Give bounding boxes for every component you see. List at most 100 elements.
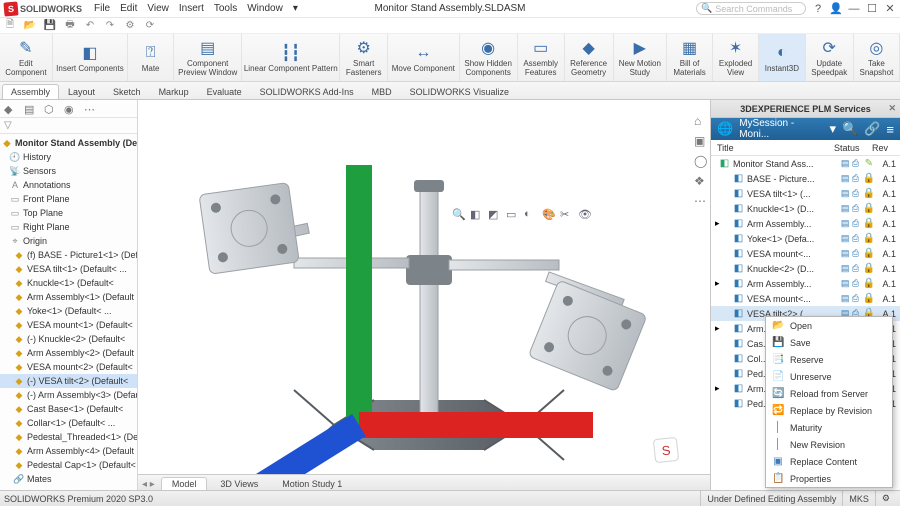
taskpane-close-icon[interactable]: ✕ — [888, 103, 896, 114]
session-name[interactable]: MySession - Moni... — [739, 118, 817, 140]
qat-save-icon[interactable]: 💾 — [44, 20, 56, 32]
maximize-icon[interactable]: ☐ — [866, 3, 878, 15]
tree-tab-display-icon[interactable]: ◉ — [64, 103, 76, 115]
tree-item[interactable]: ◆(-) VESA tilt<2> (Default< — [0, 374, 137, 388]
cm-tab-solidworks-add-ins[interactable]: SOLIDWORKS Add-Ins — [251, 84, 363, 99]
search-commands-input[interactable]: 🔍 Search Commands — [696, 2, 806, 15]
ribbon-show-hidden-components[interactable]: ◉Show Hidden Components — [460, 34, 518, 81]
menu-window[interactable]: Window — [247, 3, 283, 14]
menu-tools[interactable]: Tools — [214, 3, 237, 14]
ctx-reserve[interactable]: 📑Reserve — [766, 351, 892, 368]
plm-row[interactable]: ◧VESA tilt<1> (...▤ ⎙🔒A.1 — [711, 186, 900, 201]
tree-item[interactable]: ▭Right Plane — [0, 220, 137, 234]
ribbon-new-motion-study[interactable]: ▶New Motion Study — [614, 34, 668, 81]
cm-tab-mbd[interactable]: MBD — [363, 84, 401, 99]
minimize-icon[interactable]: — — [848, 3, 860, 15]
tree-item[interactable]: ◆VESA tilt<1> (Default< ... — [0, 262, 137, 276]
cm-tab-markup[interactable]: Markup — [150, 84, 198, 99]
ribbon-linear-component-pattern[interactable]: ┇┇Linear Component Pattern — [242, 34, 340, 81]
tree-item[interactable]: ◆Arm Assembly<2> (Default — [0, 346, 137, 360]
session-search-icon[interactable]: 🔍 — [842, 121, 858, 137]
ribbon-instant-d[interactable]: ◐Instant3D — [759, 34, 806, 81]
qat-options-icon[interactable]: ⚙ — [124, 20, 136, 32]
menu-file[interactable]: File — [94, 3, 110, 14]
cm-tab-layout[interactable]: Layout — [59, 84, 104, 99]
col-rev[interactable]: Rev — [872, 143, 894, 153]
cm-tab-assembly[interactable]: Assembly — [2, 84, 59, 99]
menu-insert[interactable]: Insert — [179, 3, 204, 14]
tree-item[interactable]: ▭Front Plane — [0, 192, 137, 206]
plm-row[interactable]: ◧Yoke<1> (Defa...▤ ⎙🔒A.1 — [711, 231, 900, 246]
menu-more-icon[interactable]: ▾ — [293, 3, 298, 14]
cm-tab-sketch[interactable]: Sketch — [104, 84, 150, 99]
session-link-icon[interactable]: 🔗 — [864, 121, 880, 137]
qat-undo-icon[interactable]: ↶ — [84, 20, 96, 32]
tree-item[interactable]: ◆VESA mount<1> (Default< — [0, 318, 137, 332]
tree-item[interactable]: AAnnotations — [0, 178, 137, 192]
tree-item[interactable]: ◆(-) Arm Assembly<3> (Default< <... — [0, 388, 137, 402]
orientation-triad[interactable] — [138, 100, 710, 490]
ctx-replace-by-revision[interactable]: 🔁Replace by Revision — [766, 402, 892, 419]
plm-row[interactable]: ◧BASE - Picture...▤ ⎙🔒A.1 — [711, 171, 900, 186]
tree-item[interactable]: ◆Pedestal Cap<1> (Default< — [0, 458, 137, 472]
ctx-new-revision[interactable]: │New Revision — [766, 436, 892, 453]
tree-item[interactable]: ◆(f) BASE - Picture1<1> (Default< — [0, 248, 137, 262]
qat-open-icon[interactable]: 📂 — [24, 20, 36, 32]
tab-motion-study[interactable]: Motion Study 1 — [271, 477, 353, 490]
qat-new-icon[interactable]: 🗎 — [4, 20, 16, 32]
tree-item[interactable]: ◆Knuckle<1> (Default< — [0, 276, 137, 290]
ribbon-smart-fasteners[interactable]: ⚙Smart Fasteners — [340, 34, 388, 81]
tree-filter-icon[interactable]: ▽ — [4, 120, 12, 131]
qat-redo-icon[interactable]: ↷ — [104, 20, 116, 32]
tree-item[interactable]: ◆Yoke<1> (Default< ... — [0, 304, 137, 318]
ctx-replace-content[interactable]: ▣Replace Content — [766, 453, 892, 470]
tree-item[interactable]: 🔗Mates — [0, 472, 137, 486]
ribbon-exploded-view[interactable]: ✶Exploded View — [713, 34, 759, 81]
tree-tab-more-icon[interactable]: ⋯ — [84, 103, 96, 115]
plm-row[interactable]: ▸◧Arm Assembly...▤ ⎙🔒A.1 — [711, 276, 900, 291]
tree-tab-property-icon[interactable]: ▤ — [24, 103, 36, 115]
status-units[interactable]: MKS — [842, 491, 875, 506]
plm-row[interactable]: ◧Knuckle<2> (D...▤ ⎙🔒A.1 — [711, 261, 900, 276]
ctx-maturity[interactable]: │Maturity — [766, 419, 892, 436]
plm-row[interactable]: ◧VESA mount<...▤ ⎙🔒A.1 — [711, 246, 900, 261]
ctx-open[interactable]: 📂Open — [766, 317, 892, 334]
session-dropdown-icon[interactable]: ▾ — [830, 121, 837, 137]
tab-model[interactable]: Model — [161, 477, 208, 490]
tree-item[interactable]: ◆VESA mount<2> (Default< — [0, 360, 137, 374]
ctx-properties[interactable]: 📋Properties — [766, 470, 892, 487]
tree-tab-feature-icon[interactable]: ◆ — [4, 103, 16, 115]
help-icon[interactable]: ? — [812, 3, 824, 15]
ribbon-edit-component[interactable]: ✎Edit Component — [0, 34, 53, 81]
menu-view[interactable]: View — [147, 3, 169, 14]
tab-3dviews[interactable]: 3D Views — [209, 477, 269, 490]
tree-item[interactable]: ◆Arm Assembly<4> (Default — [0, 444, 137, 458]
qat-rebuild-icon[interactable]: ⟳ — [144, 20, 156, 32]
plm-row[interactable]: ◧VESA mount<...▤ ⎙🔒A.1 — [711, 291, 900, 306]
tree-item[interactable]: ▭Top Plane — [0, 206, 137, 220]
ribbon-assembly-features[interactable]: ▭Assembly Features — [518, 34, 565, 81]
ribbon-take-snapshot[interactable]: ◎Take Snapshot — [854, 34, 900, 81]
tree-item[interactable]: 🕘History — [0, 150, 137, 164]
ctx-reload-from-server[interactable]: 🔄Reload from Server — [766, 385, 892, 402]
tree-item[interactable]: ◆(-) Knuckle<2> (Default< — [0, 332, 137, 346]
bottom-tabs-arrows[interactable]: ◂ ▸ — [138, 479, 159, 490]
tree-item[interactable]: ◆Cast Base<1> (Default< — [0, 402, 137, 416]
ctx-save[interactable]: 💾Save — [766, 334, 892, 351]
ribbon-move-component[interactable]: ↔Move Component — [388, 34, 460, 81]
ribbon-component-preview-window[interactable]: ▤Component Preview Window — [174, 34, 242, 81]
tree-item[interactable]: ⌖Origin — [0, 234, 137, 248]
tree-item[interactable]: ◆Arm Assembly<1> (Default — [0, 290, 137, 304]
cm-tab-solidworks-visualize[interactable]: SOLIDWORKS Visualize — [401, 84, 518, 99]
qat-print-icon[interactable]: 🖶 — [64, 20, 76, 32]
tree-item[interactable]: ◆Pedestal_Threaded<1> (Defaul... — [0, 430, 137, 444]
menu-edit[interactable]: Edit — [120, 3, 137, 14]
col-title[interactable]: Title — [717, 143, 834, 153]
ribbon-mate[interactable]: ⍰Mate — [128, 34, 174, 81]
ribbon-update-speedpak[interactable]: ⟳Update Speedpak — [806, 34, 854, 81]
tree-tab-config-icon[interactable]: ⬡ — [44, 103, 56, 115]
plm-row[interactable]: ▸◧Arm Assembly...▤ ⎙🔒A.1 — [711, 216, 900, 231]
tree-item[interactable]: ◆Collar<1> (Default< ... — [0, 416, 137, 430]
graphics-viewport[interactable]: 🔍 ◧ ◩ ▭ ◐ 🎨 ✂ 👁 — [138, 100, 710, 490]
ribbon-insert-components[interactable]: ◧Insert Components — [53, 34, 128, 81]
